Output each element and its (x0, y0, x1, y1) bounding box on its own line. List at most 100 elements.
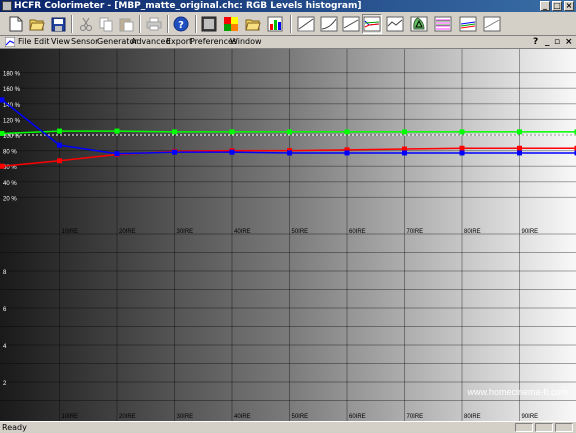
blue-series-point (287, 150, 292, 155)
help-menu-icon[interactable]: ? (533, 36, 538, 48)
x-tick-label: 60IRE (349, 229, 366, 235)
x-tick-label: 30IRE (177, 229, 194, 235)
blue-series-point (115, 151, 120, 156)
x-tick-label: 90IRE (522, 414, 539, 420)
toolbar-separator (290, 15, 292, 33)
toolbar-separator (71, 15, 73, 33)
y-tick-label: 40 % (3, 181, 17, 187)
x-tick-label: 90IRE (522, 229, 539, 235)
menu-view[interactable]: View (51, 36, 70, 48)
cie-diagram-icon[interactable] (409, 14, 429, 34)
delta-e-graph-icon[interactable] (385, 14, 405, 34)
red-series-point (57, 158, 62, 163)
y-tick-label: 180 % (3, 72, 21, 78)
menu-file[interactable]: File (18, 36, 31, 48)
blue-series-point (460, 150, 465, 155)
colors-icon[interactable] (221, 14, 241, 34)
toolbar: ? (0, 12, 576, 36)
minimize-button[interactable]: _ (540, 1, 550, 11)
y-tick-label: 160 % (3, 87, 21, 93)
title-bar[interactable]: HCFR Colorimeter - [MBP_matte_original.c… (0, 0, 576, 12)
cut-icon[interactable] (76, 14, 96, 34)
menu-sensor[interactable]: Sensor (71, 36, 98, 48)
toolbar-separator (167, 15, 169, 33)
color-temp-graph-icon[interactable] (341, 14, 361, 34)
x-tick-label: 10IRE (62, 414, 79, 420)
save-icon[interactable] (48, 14, 68, 34)
close-button[interactable]: × (564, 1, 574, 11)
green-series-point (172, 129, 177, 134)
y-tick-label: 20 % (3, 196, 17, 202)
x-tick-label: 20IRE (119, 414, 136, 420)
svg-text:?: ? (178, 20, 184, 31)
saturation-graph-icon[interactable] (433, 14, 453, 34)
open-icon[interactable] (27, 14, 47, 34)
green-series-point (345, 129, 350, 134)
y-tick-label: 80 % (3, 150, 17, 156)
x-tick-label: 30IRE (177, 414, 194, 420)
blue-series-point (57, 143, 62, 148)
blue-series-point (0, 97, 5, 102)
x-tick-label: 80IRE (464, 229, 481, 235)
status-pane (515, 423, 533, 432)
help-icon[interactable]: ? (171, 14, 191, 34)
red-series-point (517, 146, 522, 151)
red-series-point (0, 164, 5, 169)
new-icon[interactable] (6, 14, 26, 34)
rgb-icon[interactable] (265, 14, 285, 34)
document-icon (5, 37, 15, 47)
gradient-background (0, 49, 576, 422)
status-text: Ready (2, 422, 27, 433)
status-bar: Ready (0, 421, 576, 432)
x-tick-label: 50IRE (292, 229, 309, 235)
menu-bar: File Edit View Sensor Generator Advanced… (0, 36, 576, 48)
green-series-point (0, 131, 5, 136)
copy-icon[interactable] (96, 14, 116, 34)
menu-edit[interactable]: Edit (34, 36, 50, 48)
x-tick-label: 70IRE (407, 414, 424, 420)
x-tick-label: 20IRE (119, 229, 136, 235)
mdi-close-icon[interactable]: × (565, 36, 573, 48)
menu-export[interactable]: Export (166, 36, 192, 48)
x-tick-label: 50IRE (292, 414, 309, 420)
window-title: HCFR Colorimeter - [MBP_matte_original.c… (14, 0, 361, 12)
x-tick-label: 70IRE (407, 229, 424, 235)
green-series-point (115, 129, 120, 134)
green-series-point (402, 129, 407, 134)
paste-icon[interactable] (116, 14, 136, 34)
open-folder-icon[interactable] (243, 14, 263, 34)
y-tick-label: 120 % (3, 118, 21, 124)
blue-series-point (517, 150, 522, 155)
blue-series-point (230, 150, 235, 155)
blue-series-point (345, 150, 350, 155)
gamma-graph-icon[interactable] (319, 14, 339, 34)
green-series-point (517, 129, 522, 134)
red-series-point (460, 146, 465, 151)
mdi-restore-icon[interactable]: ▫ (554, 36, 560, 48)
menu-window[interactable]: Window (230, 36, 262, 48)
rgb-levels-chart: 20 %40 %60 %80 %100 %120 %140 %160 %180 … (0, 49, 576, 422)
app-window: HCFR Colorimeter - [MBP_matte_original.c… (0, 0, 576, 432)
rgb-levels-graph-icon[interactable] (362, 14, 382, 34)
measures-icon[interactable] (199, 14, 219, 34)
luminance-graph-icon[interactable] (296, 14, 316, 34)
near-white-graph-icon[interactable] (482, 14, 502, 34)
x-tick-label: 60IRE (349, 414, 366, 420)
green-series-point (57, 129, 62, 134)
status-pane (555, 423, 573, 432)
rgb-levels-chart-area: 20 %40 %60 %80 %100 %120 %140 %160 %180 … (0, 48, 576, 421)
mdi-minimize-icon[interactable]: _ (545, 36, 550, 48)
print-icon[interactable] (144, 14, 164, 34)
toolbar-separator (139, 15, 141, 33)
status-pane (535, 423, 553, 432)
toolbar-separator (195, 15, 197, 33)
x-tick-label: 80IRE (464, 414, 481, 420)
menu-advanced[interactable]: Advanced (131, 36, 171, 48)
x-tick-label: 40IRE (234, 229, 251, 235)
green-series-point (230, 129, 235, 134)
maximize-button[interactable]: □ (552, 1, 562, 11)
app-icon (2, 1, 12, 11)
near-black-graph-icon[interactable] (458, 14, 478, 34)
blue-series-point (402, 150, 407, 155)
blue-series-point (172, 150, 177, 155)
